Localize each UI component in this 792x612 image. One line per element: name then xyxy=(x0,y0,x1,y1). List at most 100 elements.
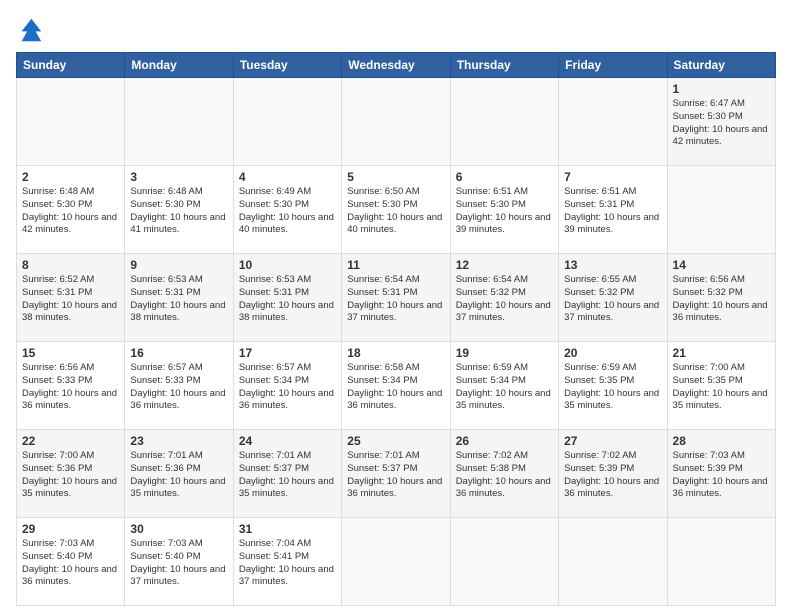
empty-cell xyxy=(450,518,558,606)
day-info: Sunrise: 7:01 AMSunset: 5:37 PMDaylight:… xyxy=(347,450,444,501)
day-info: Sunrise: 6:58 AMSunset: 5:34 PMDaylight:… xyxy=(347,362,444,413)
empty-cell xyxy=(450,78,558,166)
day-number: 16 xyxy=(130,346,227,360)
day-info: Sunrise: 6:52 AMSunset: 5:31 PMDaylight:… xyxy=(22,274,119,325)
day-number: 8 xyxy=(22,258,119,272)
day-info: Sunrise: 6:55 AMSunset: 5:32 PMDaylight:… xyxy=(564,274,661,325)
day-number: 21 xyxy=(673,346,770,360)
empty-cell xyxy=(233,78,341,166)
calendar-day: 3 Sunrise: 6:48 AMSunset: 5:30 PMDaylight… xyxy=(125,166,233,254)
day-info: Sunrise: 6:48 AMSunset: 5:30 PMDaylight:… xyxy=(22,186,119,237)
day-number: 20 xyxy=(564,346,661,360)
day-info: Sunrise: 6:47 AMSunset: 5:30 PMDaylight:… xyxy=(673,98,770,149)
day-number: 15 xyxy=(22,346,119,360)
logo-icon xyxy=(16,16,44,44)
day-number: 19 xyxy=(456,346,553,360)
day-info: Sunrise: 7:04 AMSunset: 5:41 PMDaylight:… xyxy=(239,538,336,589)
day-info: Sunrise: 6:56 AMSunset: 5:33 PMDaylight:… xyxy=(22,362,119,413)
calendar-week: 1 Sunrise: 6:47 AMSunset: 5:30 PMDaylight… xyxy=(17,78,776,166)
calendar-day: 30 Sunrise: 7:03 AMSunset: 5:40 PMDayligh… xyxy=(125,518,233,606)
day-info: Sunrise: 7:03 AMSunset: 5:40 PMDaylight:… xyxy=(130,538,227,589)
day-info: Sunrise: 6:49 AMSunset: 5:30 PMDaylight:… xyxy=(239,186,336,237)
empty-cell xyxy=(559,518,667,606)
day-number: 26 xyxy=(456,434,553,448)
day-number: 29 xyxy=(22,522,119,536)
day-header: Monday xyxy=(125,53,233,78)
day-info: Sunrise: 7:02 AMSunset: 5:38 PMDaylight:… xyxy=(456,450,553,501)
calendar-day: 7 Sunrise: 6:51 AMSunset: 5:31 PMDaylight… xyxy=(559,166,667,254)
calendar-day: 15 Sunrise: 6:56 AMSunset: 5:33 PMDayligh… xyxy=(17,342,125,430)
day-number: 18 xyxy=(347,346,444,360)
day-number: 11 xyxy=(347,258,444,272)
calendar-day: 31 Sunrise: 7:04 AMSunset: 5:41 PMDayligh… xyxy=(233,518,341,606)
header-row: SundayMondayTuesdayWednesdayThursdayFrid… xyxy=(17,53,776,78)
calendar-day: 21 Sunrise: 7:00 AMSunset: 5:35 PMDayligh… xyxy=(667,342,775,430)
calendar-day: 23Sunrise: 7:01 AMSunset: 5:36 PMDayligh… xyxy=(125,430,233,518)
calendar-day: 13 Sunrise: 6:55 AMSunset: 5:32 PMDayligh… xyxy=(559,254,667,342)
day-header: Wednesday xyxy=(342,53,450,78)
calendar-day: 29Sunrise: 7:03 AMSunset: 5:40 PMDayligh… xyxy=(17,518,125,606)
day-number: 24 xyxy=(239,434,336,448)
calendar-day: 10Sunrise: 6:53 AMSunset: 5:31 PMDayligh… xyxy=(233,254,341,342)
day-info: Sunrise: 6:57 AMSunset: 5:34 PMDaylight:… xyxy=(239,362,336,413)
day-info: Sunrise: 6:48 AMSunset: 5:30 PMDaylight:… xyxy=(130,186,227,237)
day-info: Sunrise: 7:01 AMSunset: 5:37 PMDaylight:… xyxy=(239,450,336,501)
day-number: 7 xyxy=(564,170,661,184)
day-number: 6 xyxy=(456,170,553,184)
calendar-week: 15 Sunrise: 6:56 AMSunset: 5:33 PMDayligh… xyxy=(17,342,776,430)
calendar-day: 22 Sunrise: 7:00 AMSunset: 5:36 PMDayligh… xyxy=(17,430,125,518)
day-number: 22 xyxy=(22,434,119,448)
day-info: Sunrise: 6:53 AMSunset: 5:31 PMDaylight:… xyxy=(239,274,336,325)
day-info: Sunrise: 6:59 AMSunset: 5:34 PMDaylight:… xyxy=(456,362,553,413)
calendar-day: 19 Sunrise: 6:59 AMSunset: 5:34 PMDayligh… xyxy=(450,342,558,430)
day-info: Sunrise: 6:59 AMSunset: 5:35 PMDaylight:… xyxy=(564,362,661,413)
calendar-day: 26 Sunrise: 7:02 AMSunset: 5:38 PMDayligh… xyxy=(450,430,558,518)
calendar-day: 6Sunrise: 6:51 AMSunset: 5:30 PMDaylight… xyxy=(450,166,558,254)
day-number: 27 xyxy=(564,434,661,448)
day-info: Sunrise: 7:00 AMSunset: 5:36 PMDaylight:… xyxy=(22,450,119,501)
day-number: 12 xyxy=(456,258,553,272)
calendar-day: 11 Sunrise: 6:54 AMSunset: 5:31 PMDayligh… xyxy=(342,254,450,342)
day-info: Sunrise: 6:54 AMSunset: 5:31 PMDaylight:… xyxy=(347,274,444,325)
day-info: Sunrise: 7:03 AMSunset: 5:39 PMDaylight:… xyxy=(673,450,770,501)
day-info: Sunrise: 7:02 AMSunset: 5:39 PMDaylight:… xyxy=(564,450,661,501)
day-info: Sunrise: 7:00 AMSunset: 5:35 PMDaylight:… xyxy=(673,362,770,413)
day-number: 3 xyxy=(130,170,227,184)
empty-cell xyxy=(559,78,667,166)
day-info: Sunrise: 6:51 AMSunset: 5:31 PMDaylight:… xyxy=(564,186,661,237)
day-info: Sunrise: 6:53 AMSunset: 5:31 PMDaylight:… xyxy=(130,274,227,325)
calendar-day: 1 Sunrise: 6:47 AMSunset: 5:30 PMDaylight… xyxy=(667,78,775,166)
day-number: 13 xyxy=(564,258,661,272)
empty-cell xyxy=(342,78,450,166)
logo xyxy=(16,16,48,44)
calendar-day: 2 Sunrise: 6:48 AMSunset: 5:30 PMDaylight… xyxy=(17,166,125,254)
calendar-body: 1 Sunrise: 6:47 AMSunset: 5:30 PMDaylight… xyxy=(17,78,776,606)
header xyxy=(16,16,776,44)
day-number: 4 xyxy=(239,170,336,184)
day-number: 2 xyxy=(22,170,119,184)
calendar: SundayMondayTuesdayWednesdayThursdayFrid… xyxy=(16,52,776,606)
day-number: 25 xyxy=(347,434,444,448)
empty-cell xyxy=(17,78,125,166)
calendar-day: 5 Sunrise: 6:50 AMSunset: 5:30 PMDaylight… xyxy=(342,166,450,254)
day-number: 23 xyxy=(130,434,227,448)
calendar-day: 24 Sunrise: 7:01 AMSunset: 5:37 PMDayligh… xyxy=(233,430,341,518)
day-header: Sunday xyxy=(17,53,125,78)
day-number: 1 xyxy=(673,82,770,96)
calendar-day: 4 Sunrise: 6:49 AMSunset: 5:30 PMDaylight… xyxy=(233,166,341,254)
empty-cell xyxy=(667,518,775,606)
day-number: 5 xyxy=(347,170,444,184)
empty-cell xyxy=(125,78,233,166)
day-number: 31 xyxy=(239,522,336,536)
day-number: 14 xyxy=(673,258,770,272)
day-info: Sunrise: 6:50 AMSunset: 5:30 PMDaylight:… xyxy=(347,186,444,237)
day-header: Tuesday xyxy=(233,53,341,78)
calendar-week: 2 Sunrise: 6:48 AMSunset: 5:30 PMDaylight… xyxy=(17,166,776,254)
calendar-day: 18 Sunrise: 6:58 AMSunset: 5:34 PMDayligh… xyxy=(342,342,450,430)
calendar-week: 8 Sunrise: 6:52 AMSunset: 5:31 PMDaylight… xyxy=(17,254,776,342)
day-number: 17 xyxy=(239,346,336,360)
calendar-day: 12Sunrise: 6:54 AMSunset: 5:32 PMDayligh… xyxy=(450,254,558,342)
empty-cell xyxy=(342,518,450,606)
day-number: 30 xyxy=(130,522,227,536)
calendar-day: 17 Sunrise: 6:57 AMSunset: 5:34 PMDayligh… xyxy=(233,342,341,430)
